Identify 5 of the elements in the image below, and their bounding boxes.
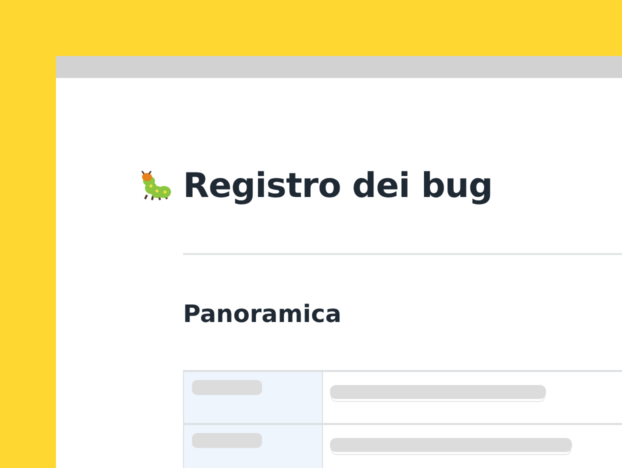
page-title: Registro dei bug bbox=[183, 166, 492, 206]
placeholder-bar bbox=[192, 380, 262, 395]
caterpillar-icon bbox=[139, 171, 173, 201]
section-heading: Panoramica bbox=[183, 300, 342, 330]
placeholder-bar bbox=[192, 433, 262, 448]
